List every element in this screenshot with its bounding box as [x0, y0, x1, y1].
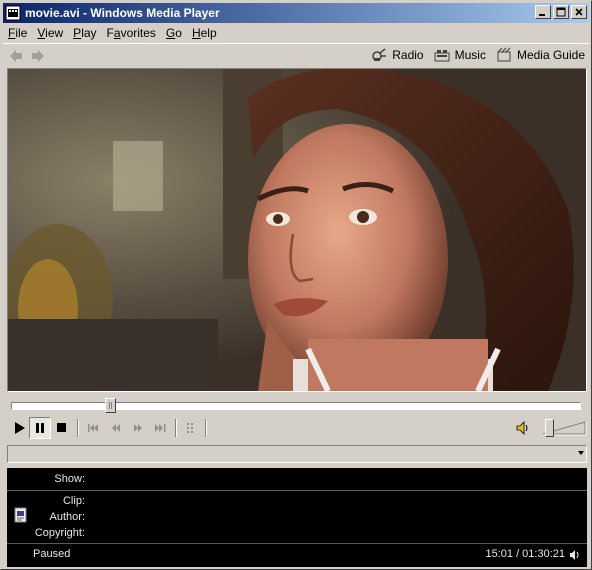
- maximize-icon: [556, 7, 566, 17]
- minimize-icon: [539, 14, 545, 16]
- media-selection-dropdown[interactable]: [7, 445, 587, 463]
- play-button[interactable]: [9, 417, 31, 439]
- chevron-down-icon: [578, 451, 584, 455]
- pause-icon: [36, 423, 44, 433]
- status-divider: [7, 543, 587, 544]
- menu-go[interactable]: Go: [161, 24, 187, 42]
- transport-separator: [77, 419, 79, 437]
- media-info-panel: Show: Clip: Author: Copyright: Paused 15…: [7, 468, 587, 567]
- clip-file-icon: [13, 506, 31, 524]
- time-readout: 15:01 / 01:30:21: [485, 548, 565, 560]
- copyright-label: Copyright:: [34, 527, 85, 539]
- back-button[interactable]: [7, 47, 25, 65]
- speaker-icon: [516, 421, 528, 435]
- next-button[interactable]: [149, 417, 171, 439]
- back-arrow-icon: [10, 49, 22, 62]
- transport-separator: [205, 419, 207, 437]
- menu-file[interactable]: File: [3, 24, 32, 42]
- transport-controls: [7, 417, 587, 439]
- menu-help[interactable]: Help: [187, 24, 222, 42]
- info-divider: [7, 490, 587, 491]
- menu-play[interactable]: Play: [68, 24, 101, 42]
- speaker-icon[interactable]: [569, 548, 581, 562]
- radio-link[interactable]: Radio: [371, 47, 424, 63]
- media-guide-icon: [496, 47, 512, 63]
- skip-back-icon: [88, 424, 98, 432]
- play-icon: [15, 422, 25, 434]
- playlist-icon: [187, 423, 193, 433]
- menu-view[interactable]: View: [32, 24, 68, 42]
- transport-separator: [175, 419, 177, 437]
- video-still-image: [8, 69, 586, 391]
- media-player-window: movie.avi - Windows Media Player File Vi…: [0, 0, 592, 570]
- media-player-app-icon[interactable]: [5, 5, 21, 21]
- rewind-icon: [112, 424, 120, 432]
- title-bar[interactable]: movie.avi - Windows Media Player: [3, 3, 589, 23]
- rewind-button[interactable]: [105, 417, 127, 439]
- close-button[interactable]: [571, 5, 587, 19]
- seek-bar[interactable]: [11, 398, 581, 413]
- mute-button[interactable]: [515, 419, 531, 437]
- menu-favorites-accel: a: [113, 26, 121, 40]
- menu-view-label: iew: [45, 26, 64, 40]
- menu-favorites-pre: F: [106, 26, 114, 40]
- fast-forward-button[interactable]: [127, 417, 149, 439]
- seek-thumb[interactable]: [105, 398, 116, 413]
- video-frame[interactable]: [7, 68, 587, 392]
- forward-arrow-icon: [32, 49, 44, 62]
- pause-button[interactable]: [29, 417, 51, 439]
- skip-forward-icon: [155, 424, 166, 432]
- media-guide-label: Media Guide: [516, 48, 585, 62]
- menu-help-label: elp: [200, 26, 217, 40]
- menu-file-label: ile: [15, 26, 28, 40]
- menu-go-accel: G: [165, 26, 176, 40]
- menu-bar: File View Play Favorites Go Help: [3, 24, 589, 42]
- fast-forward-icon: [134, 424, 142, 432]
- previous-button[interactable]: [83, 417, 105, 439]
- show-label: Show:: [54, 473, 85, 485]
- radio-label: Radio: [392, 48, 424, 62]
- volume-slider[interactable]: [541, 419, 587, 437]
- window-title: movie.avi - Windows Media Player: [25, 6, 220, 20]
- radio-icon: [371, 47, 387, 63]
- music-link[interactable]: Music: [434, 47, 486, 63]
- playlist-button[interactable]: [181, 417, 203, 439]
- menu-play-label: lay: [81, 26, 97, 40]
- playback-status: Paused: [33, 548, 71, 560]
- minimize-button[interactable]: [535, 5, 551, 19]
- menu-view-accel: V: [37, 26, 46, 40]
- stop-icon: [57, 423, 66, 432]
- menu-play-accel: P: [73, 26, 82, 40]
- music-label: Music: [454, 48, 486, 62]
- forward-button[interactable]: [29, 47, 47, 65]
- menu-favorites-label: vorites: [120, 26, 156, 40]
- maximize-button[interactable]: [553, 5, 569, 19]
- media-guide-link[interactable]: Media Guide: [496, 47, 585, 63]
- menu-help-accel: H: [191, 26, 201, 40]
- navigation-bar: Radio Music Media Guide: [3, 43, 589, 67]
- menu-go-label: o: [175, 26, 182, 40]
- volume-thumb[interactable]: [545, 419, 554, 437]
- menu-favorites[interactable]: Favorites: [102, 24, 161, 42]
- stop-button[interactable]: [51, 417, 73, 439]
- close-icon: [575, 8, 583, 16]
- music-icon: [434, 47, 450, 63]
